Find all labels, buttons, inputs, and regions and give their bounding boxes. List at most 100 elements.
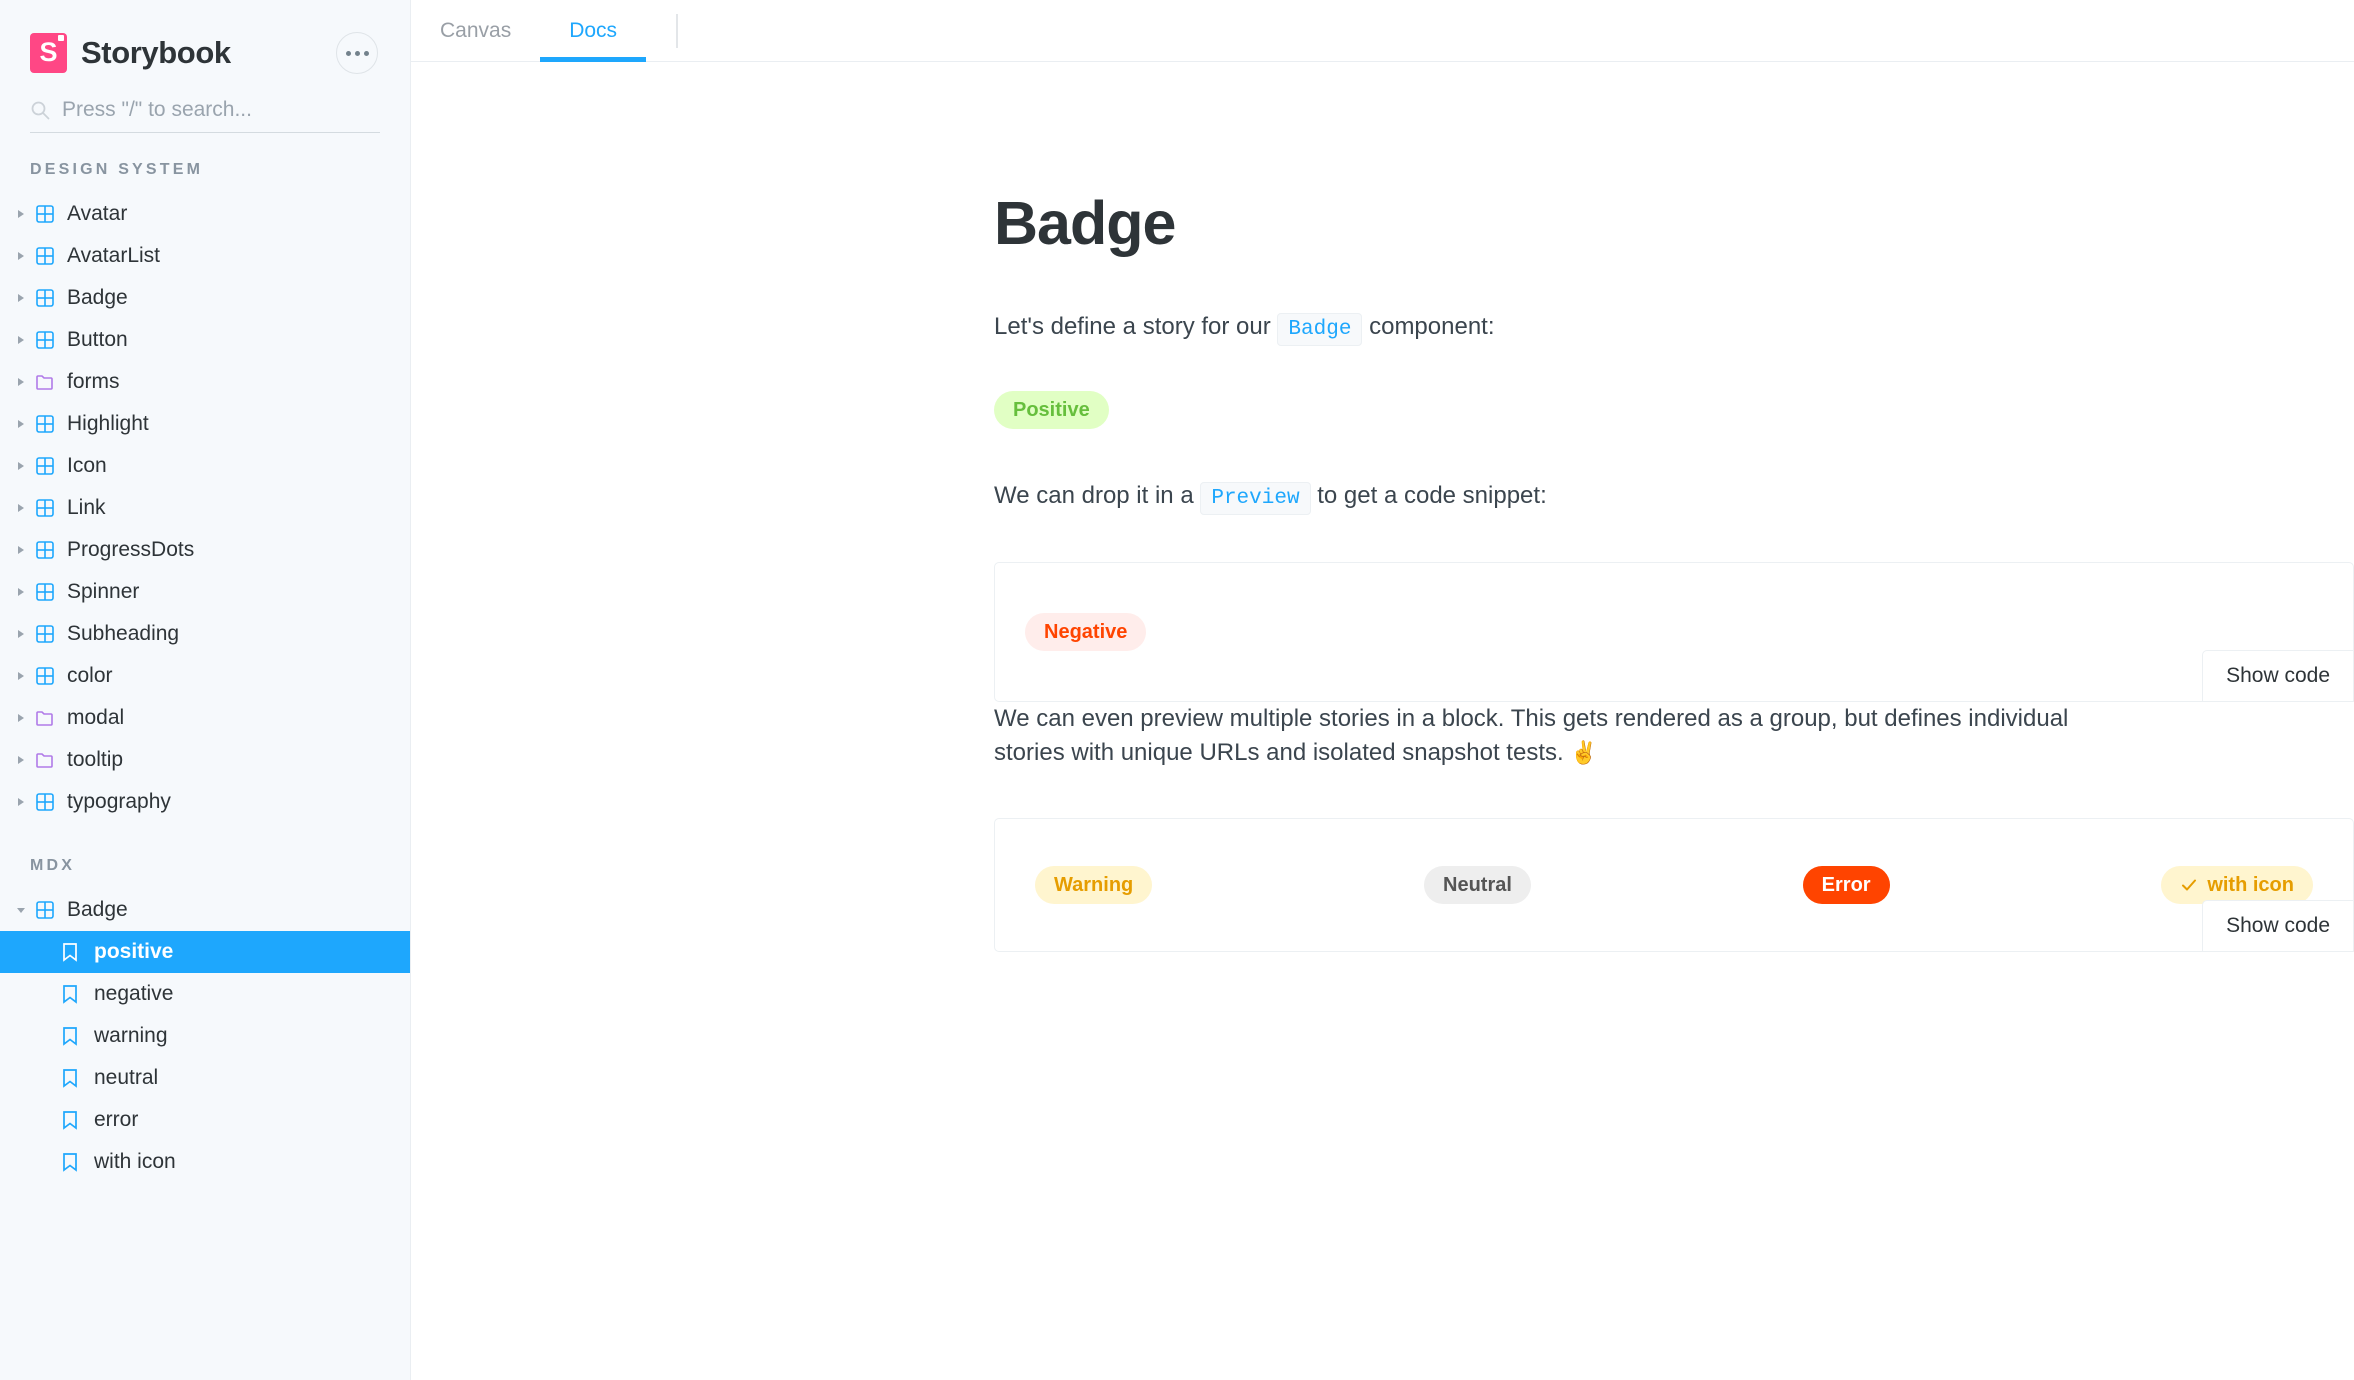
component-icon	[32, 498, 58, 518]
component-icon	[32, 456, 58, 476]
brand[interactable]: S Storybook	[30, 33, 336, 73]
sidebar-item-badge[interactable]: Badge	[0, 277, 410, 319]
component-icon	[32, 792, 58, 812]
dot-icon	[354, 50, 360, 56]
tab-docs[interactable]: Docs	[540, 0, 646, 62]
preview-text-before: We can drop it in a	[994, 481, 1194, 509]
search-bar[interactable]	[30, 94, 380, 133]
sidebar-item-label: AvatarList	[67, 244, 160, 267]
sidebar-item-label: ProgressDots	[67, 538, 195, 561]
sidebar-tree: DESIGN SYSTEM Avatar AvatarList Badge Bu…	[0, 161, 410, 1183]
sidebar-item-subheading[interactable]: Subheading	[0, 613, 410, 655]
sidebar-item-spinner[interactable]: Spinner	[0, 571, 410, 613]
sidebar-story-neutral[interactable]: neutral	[0, 1057, 410, 1099]
preview-paragraph: We can drop it in a Preview to get a cod…	[994, 479, 2354, 515]
sidebar-item-label: Badge	[67, 898, 128, 921]
sidebar-item-color[interactable]: color	[0, 655, 410, 697]
docs-page: Badge Let's define a story for our Badge…	[411, 62, 2354, 952]
component-icon	[32, 582, 58, 602]
sidebar-item-avatar[interactable]: Avatar	[0, 193, 410, 235]
chevron-right-icon[interactable]	[10, 251, 32, 261]
tab-canvas[interactable]: Canvas	[411, 0, 540, 61]
chevron-right-icon[interactable]	[10, 755, 32, 765]
group-text: We can even preview multiple stories in …	[994, 704, 2069, 766]
badge-with-icon: with icon	[2161, 865, 2313, 904]
sidebar-story-label: neutral	[94, 1066, 159, 1089]
chevron-right-icon[interactable]	[10, 671, 32, 681]
preview-block-single: Negative Show code	[994, 561, 2354, 702]
tree-section-heading-mdx: MDX	[30, 857, 76, 874]
storybook-app: S Storybook DESIGN SYSTEM	[0, 0, 2354, 1380]
story-icon	[57, 1068, 83, 1088]
sidebar-item-label: Badge	[67, 286, 128, 309]
sidebar-item-typography[interactable]: typography	[0, 781, 410, 823]
sidebar-item-label: tooltip	[67, 748, 124, 771]
chevron-right-icon[interactable]	[10, 293, 32, 303]
badge-warning: Warning	[1035, 865, 1153, 904]
main-panel: Canvas Docs Badge Let's define a story f…	[411, 0, 2354, 1380]
chevron-right-icon[interactable]	[10, 797, 32, 807]
sidebar-item-avatarlist[interactable]: AvatarList	[0, 235, 410, 277]
component-icon	[32, 624, 58, 644]
sidebar-item-button[interactable]: Button	[0, 319, 410, 361]
component-icon	[32, 666, 58, 686]
sidebar-item-mdx-badge[interactable]: Badge	[0, 889, 410, 931]
chevron-down-icon[interactable]	[10, 905, 32, 915]
component-icon	[32, 330, 58, 350]
sidebar-item-label: color	[67, 664, 113, 687]
folder-icon	[32, 709, 58, 727]
sidebar-item-highlight[interactable]: Highlight	[0, 403, 410, 445]
folder-icon	[32, 373, 58, 391]
brand-title: Storybook	[81, 35, 231, 70]
sidebar-story-positive[interactable]: positive	[0, 931, 410, 973]
chevron-right-icon[interactable]	[10, 713, 32, 723]
sidebar-item-label: Link	[67, 496, 106, 519]
chevron-right-icon[interactable]	[10, 545, 32, 555]
check-icon	[2182, 879, 2197, 891]
sidebar-item-icon[interactable]: Icon	[0, 445, 410, 487]
intro-paragraph: Let's define a story for our Badge compo…	[994, 310, 2354, 346]
chevron-right-icon[interactable]	[10, 377, 32, 387]
preview-canvas-group: Warning Neutral Error with icon	[995, 819, 2353, 951]
component-icon	[32, 204, 58, 224]
sidebar-item-label: forms	[67, 370, 120, 393]
sidebar-story-with-icon[interactable]: with icon	[0, 1141, 410, 1183]
sidebar-item-link[interactable]: Link	[0, 487, 410, 529]
story-icon	[57, 1026, 83, 1046]
sidebar-item-modal[interactable]: modal	[0, 697, 410, 739]
component-icon	[32, 540, 58, 560]
victory-hand-emoji: ✌️	[1570, 739, 1598, 765]
sidebar-story-label: error	[94, 1108, 139, 1131]
page-title: Badge	[994, 189, 1176, 257]
sidebar-item-forms[interactable]: forms	[0, 361, 410, 403]
story-icon	[57, 1110, 83, 1130]
dot-icon	[345, 50, 351, 56]
chevron-right-icon[interactable]	[10, 209, 32, 219]
sidebar-item-tooltip[interactable]: tooltip	[0, 739, 410, 781]
sidebar-story-warning[interactable]: warning	[0, 1015, 410, 1057]
inline-code-badge: Badge	[1277, 313, 1363, 346]
sidebar-story-label: warning	[94, 1024, 168, 1047]
sidebar-item-label: modal	[67, 706, 125, 729]
show-code-button-1[interactable]: Show code	[2202, 649, 2354, 702]
sidebar-menu-button[interactable]	[336, 32, 378, 74]
preview-block-group: Warning Neutral Error with icon Show cod…	[994, 817, 2354, 952]
chevron-right-icon[interactable]	[10, 335, 32, 345]
show-code-button-2[interactable]: Show code	[2202, 899, 2354, 952]
sidebar-header: S Storybook	[0, 0, 410, 84]
sidebar-item-label: Avatar	[67, 202, 128, 225]
sidebar-item-progressdots[interactable]: ProgressDots	[0, 529, 410, 571]
sidebar-story-error[interactable]: error	[0, 1099, 410, 1141]
group-paragraph: We can even preview multiple stories in …	[994, 702, 2104, 770]
chevron-right-icon[interactable]	[10, 461, 32, 471]
search-icon	[30, 100, 50, 120]
sidebar-story-label: positive	[94, 940, 174, 963]
chevron-right-icon[interactable]	[10, 629, 32, 639]
chevron-right-icon[interactable]	[10, 419, 32, 429]
chevron-right-icon[interactable]	[10, 587, 32, 597]
badge-with-icon-label: with icon	[2207, 873, 2294, 896]
search-input[interactable]	[62, 98, 380, 122]
chevron-right-icon[interactable]	[10, 503, 32, 513]
sidebar-story-negative[interactable]: negative	[0, 973, 410, 1015]
component-icon	[32, 246, 58, 266]
